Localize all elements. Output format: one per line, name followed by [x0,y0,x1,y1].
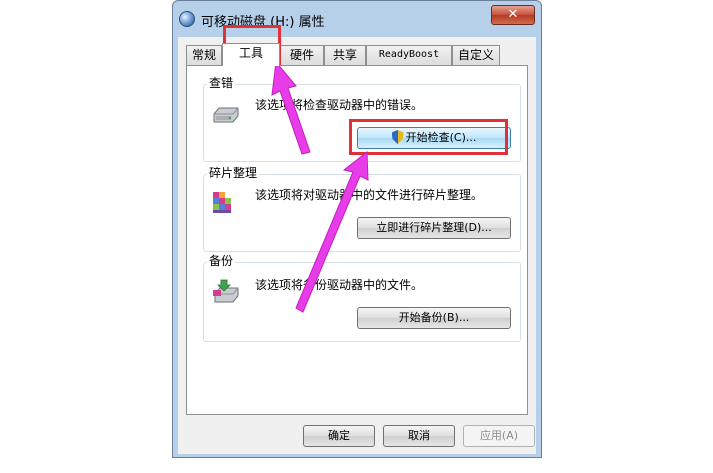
start-backup-button[interactable]: 开始备份(B)... [357,307,511,329]
tab-hardware[interactable]: 硬件 [280,45,324,65]
drive-icon [211,102,241,126]
dialog-client-area: 常规 工具 硬件 共享 ReadyBoost 自定义 查错 该选项将检查驱动器中… [178,37,536,454]
defrag-now-button[interactable]: 立即进行碎片整理(D)... [357,217,511,239]
tab-sharing[interactable]: 共享 [324,45,366,65]
close-button[interactable]: ✕ [491,5,535,25]
defrag-icon [211,188,239,216]
error-check-title: 查错 [207,74,236,91]
tab-customize[interactable]: 自定义 [452,45,500,65]
ok-button[interactable]: 确定 [303,425,375,447]
backup-group [203,262,521,342]
tools-tab-panel: 查错 该选项将检查驱动器中的错误。 开始检查(C)... 碎片整理 该选项将对驱… [186,65,528,415]
tab-readyboost[interactable]: ReadyBoost [366,45,452,65]
start-check-highlight [349,119,508,155]
defrag-title: 碎片整理 [207,164,260,181]
apply-button[interactable]: 应用(A) [463,425,535,447]
error-check-description: 该选项将检查驱动器中的错误。 [255,98,424,112]
removable-disk-icon [179,11,195,27]
tab-strip: 常规 工具 硬件 共享 ReadyBoost 自定义 [186,43,526,66]
properties-window: 可移动磁盘 (H:) 属性 ✕ 常规 工具 硬件 共享 ReadyBoost 自… [172,0,542,458]
backup-description: 该选项将备份驱动器中的文件。 [255,278,424,292]
cancel-button[interactable]: 取消 [383,425,455,447]
defrag-description: 该选项将对驱动器中的文件进行碎片整理。 [255,188,484,202]
tab-tools[interactable]: 工具 [222,43,280,66]
backup-title: 备份 [207,252,236,269]
backup-icon [211,278,241,306]
tab-general[interactable]: 常规 [186,45,222,65]
